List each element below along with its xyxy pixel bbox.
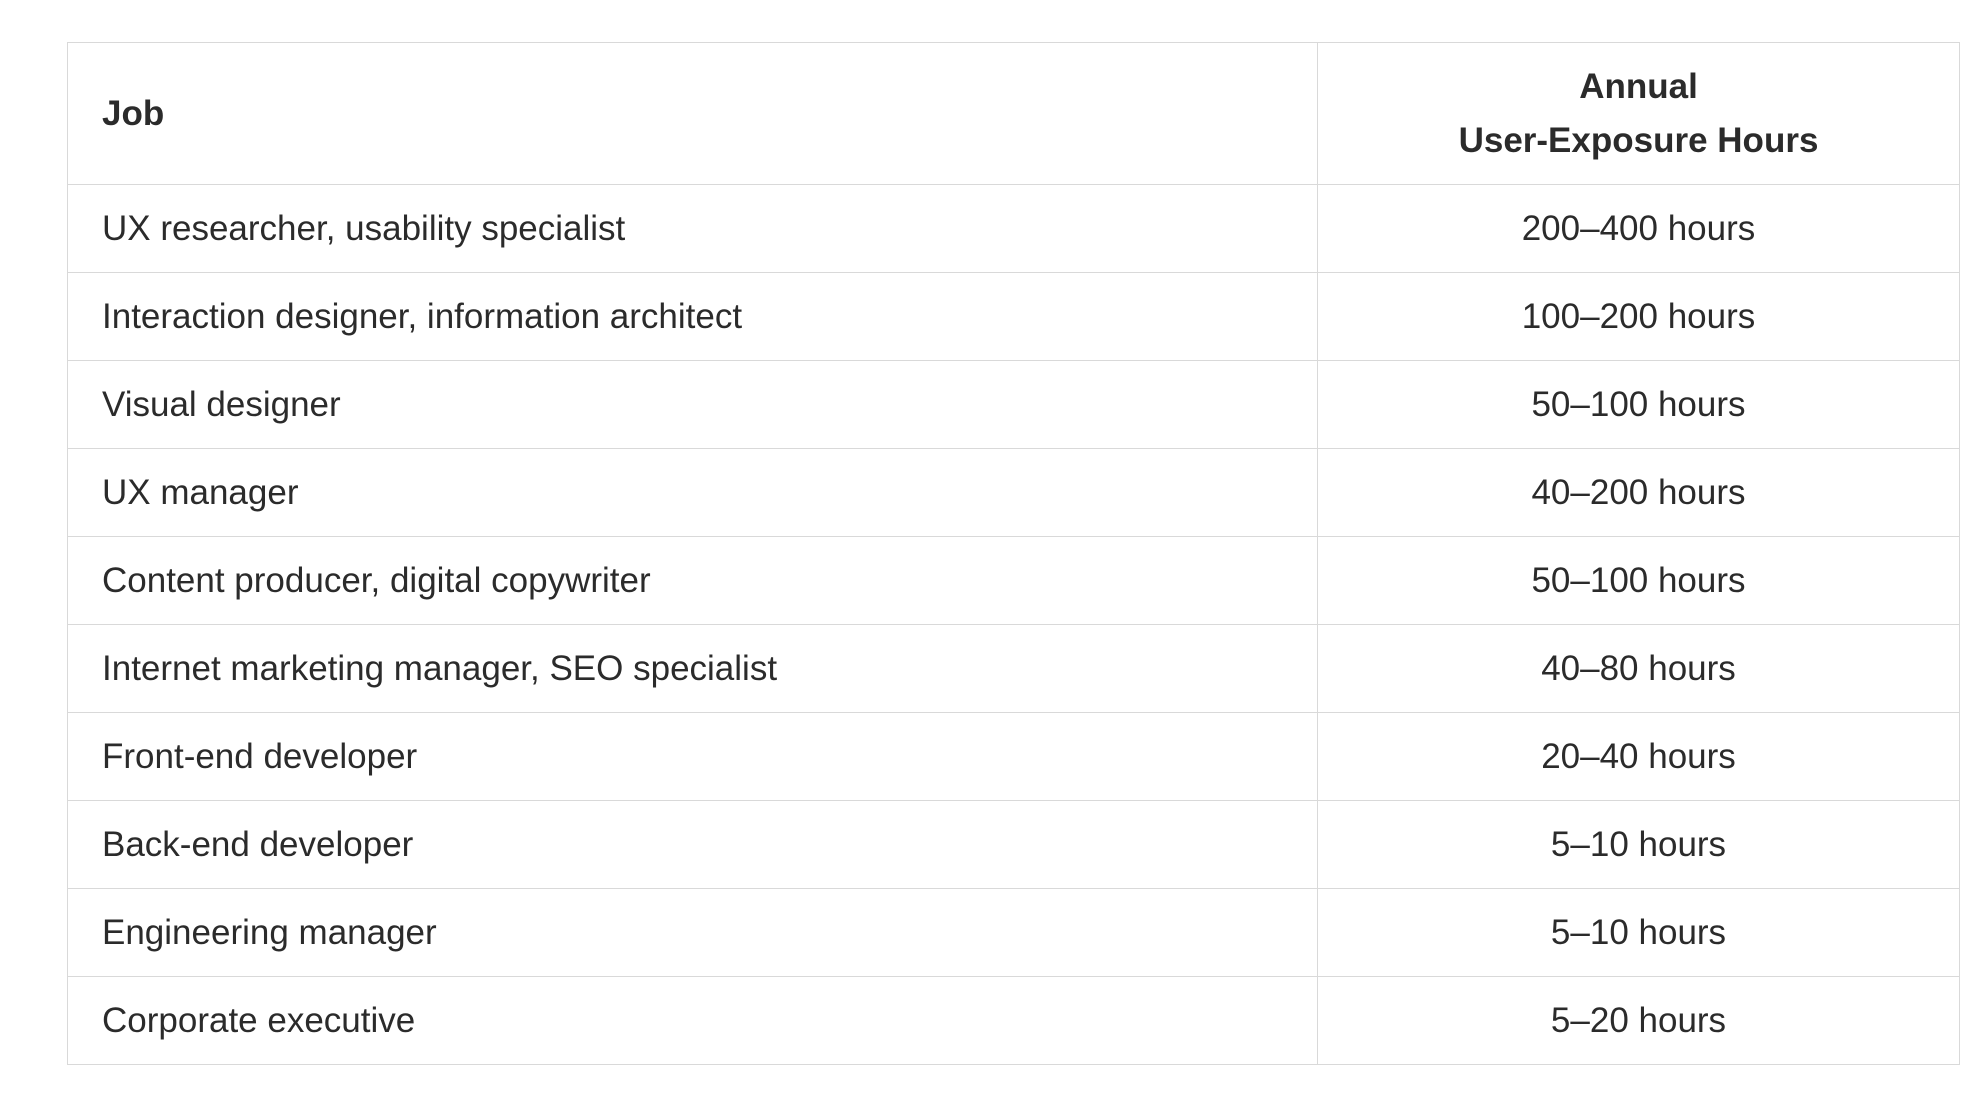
hours-cell: 5–10 hours (1317, 800, 1960, 889)
table-row: Back-end developer 5–10 hours (67, 800, 1960, 889)
hours-cell: 5–10 hours (1317, 888, 1960, 977)
job-cell: Front-end developer (67, 712, 1318, 801)
job-cell: Internet marketing manager, SEO speciali… (67, 624, 1318, 713)
job-cell: Content producer, digital copywriter (67, 536, 1318, 625)
hours-cell: 40–80 hours (1317, 624, 1960, 713)
hours-cell: 50–100 hours (1317, 536, 1960, 625)
exposure-hours-table: Job Annual User-Exposure Hours UX resear… (67, 42, 1960, 1065)
table-row: UX manager 40–200 hours (67, 448, 1960, 537)
hours-cell: 50–100 hours (1317, 360, 1960, 449)
table-row: Internet marketing manager, SEO speciali… (67, 624, 1960, 713)
job-cell: Engineering manager (67, 888, 1318, 977)
hours-cell: 40–200 hours (1317, 448, 1960, 537)
header-row: Job Annual User-Exposure Hours (67, 42, 1960, 185)
table-row: Corporate executive 5–20 hours (67, 976, 1960, 1065)
hours-cell: 20–40 hours (1317, 712, 1960, 801)
column-header-job: Job (67, 42, 1318, 185)
table-row: Visual designer 50–100 hours (67, 360, 1960, 449)
table-row: Content producer, digital copywriter 50–… (67, 536, 1960, 625)
table-row: Engineering manager 5–10 hours (67, 888, 1960, 977)
table-row: Interaction designer, information archit… (67, 272, 1960, 361)
job-cell: Back-end developer (67, 800, 1318, 889)
job-cell: Interaction designer, information archit… (67, 272, 1318, 361)
table-body: UX researcher, usability specialist 200–… (67, 184, 1960, 1065)
job-cell: Visual designer (67, 360, 1318, 449)
column-header-hours-line2: User-Exposure Hours (1458, 120, 1819, 160)
exposure-hours-table-container: Job Annual User-Exposure Hours UX resear… (67, 42, 1960, 1065)
hours-cell: 200–400 hours (1317, 184, 1960, 273)
table-row: UX researcher, usability specialist 200–… (67, 184, 1960, 273)
job-cell: UX manager (67, 448, 1318, 537)
job-cell: Corporate executive (67, 976, 1318, 1065)
hours-cell: 100–200 hours (1317, 272, 1960, 361)
table-row: Front-end developer 20–40 hours (67, 712, 1960, 801)
column-header-hours: Annual User-Exposure Hours (1317, 42, 1960, 185)
column-header-hours-line1: Annual (1579, 66, 1698, 106)
hours-cell: 5–20 hours (1317, 976, 1960, 1065)
table-header: Job Annual User-Exposure Hours (67, 42, 1960, 185)
job-cell: UX researcher, usability specialist (67, 184, 1318, 273)
